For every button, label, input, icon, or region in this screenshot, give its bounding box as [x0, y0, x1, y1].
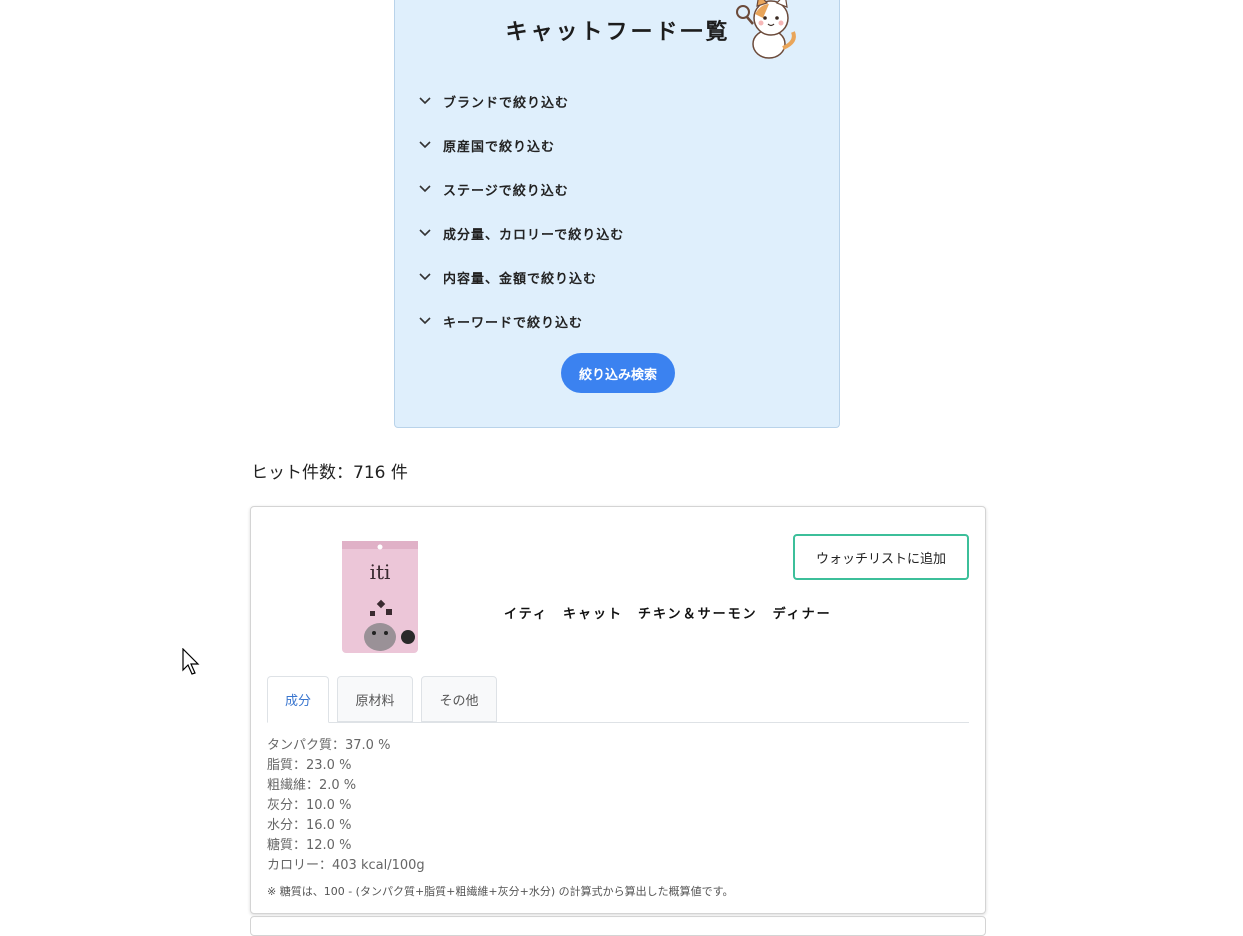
chevron-down-icon	[419, 229, 431, 237]
nutrient-fiber: 粗繊維：2.0 %	[267, 778, 357, 793]
filter-nutrients[interactable]: 成分量、カロリーで絞り込む	[419, 221, 624, 245]
nutrient-protein: タンパク質：37.0 %	[267, 738, 391, 753]
cat-mascot-icon	[736, 0, 796, 59]
product-tabs: 成分 原材料 その他	[267, 676, 969, 723]
chevron-down-icon	[419, 185, 431, 193]
filter-stage[interactable]: ステージで絞り込む	[419, 177, 569, 201]
filter-label: 内容量、金額で絞り込む	[443, 271, 598, 287]
filter-panel: キャットフード一覧 ブランドで絞り込む 原産国で絞り込む ステージで絞り込む 成…	[394, 0, 840, 428]
tab-nutrients[interactable]: 成分	[267, 676, 329, 723]
next-product-card	[250, 916, 986, 936]
carbs-note: ※ 糖質は、100 - (タンパク質+脂質+粗繊維+灰分+水分) の計算式から算…	[267, 885, 734, 898]
mouse-cursor-icon	[182, 648, 200, 675]
product-name[interactable]: イティ キャット チキン＆サーモン ディナー	[504, 603, 832, 622]
filter-label: キーワードで絞り込む	[443, 315, 584, 331]
chevron-down-icon	[419, 317, 431, 325]
hit-count: ヒット件数：716 件	[251, 463, 408, 483]
nutrient-carbs: 糖質：12.0 %	[267, 838, 352, 853]
nutrient-calories: カロリー：403 kcal/100g	[267, 858, 425, 873]
nutrient-fat: 脂質：23.0 %	[267, 758, 352, 773]
tab-ingredients[interactable]: 原材料	[337, 676, 413, 722]
chevron-down-icon	[419, 141, 431, 149]
tab-other[interactable]: その他	[421, 676, 497, 722]
nutrient-moisture: 水分：16.0 %	[267, 818, 352, 833]
filter-label: ブランドで絞り込む	[443, 95, 570, 111]
chevron-down-icon	[419, 273, 431, 281]
filter-label: 成分量、カロリーで絞り込む	[443, 227, 625, 243]
filter-search-button[interactable]: 絞り込み検索	[561, 353, 675, 393]
product-image[interactable]: iti	[342, 541, 418, 653]
filter-keyword[interactable]: キーワードで絞り込む	[419, 309, 583, 333]
nutrient-ash: 灰分：10.0 %	[267, 798, 352, 813]
product-image-brand: iti	[370, 560, 391, 584]
product-card: iti ウォッチリストに追加 イティ キャット チキン＆サーモン ディナー 成分…	[250, 506, 986, 914]
nutrients-list: タンパク質：37.0 % 脂質：23.0 % 粗繊維：2.0 % 灰分：10.0…	[267, 736, 425, 876]
filter-volume-price[interactable]: 内容量、金額で絞り込む	[419, 265, 597, 289]
filter-country[interactable]: 原産国で絞り込む	[419, 133, 555, 157]
filter-brand[interactable]: ブランドで絞り込む	[419, 89, 569, 113]
filter-label: 原産国で絞り込む	[443, 139, 556, 155]
filter-label: ステージで絞り込む	[443, 183, 569, 199]
chevron-down-icon	[419, 97, 431, 105]
add-to-watchlist-button[interactable]: ウォッチリストに追加	[793, 534, 969, 580]
